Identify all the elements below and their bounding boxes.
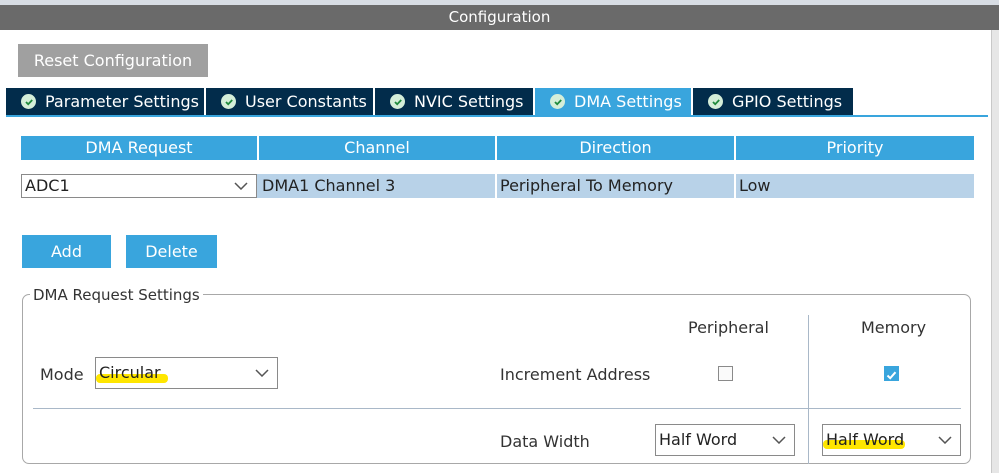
tab-label: DMA Settings [574, 92, 682, 111]
column-divider [808, 315, 809, 464]
channel-cell: DMA1 Channel 3 [259, 174, 497, 198]
window-title-bar: Configuration [0, 0, 999, 30]
group-title: DMA Request Settings [30, 286, 203, 304]
check-circle-icon [390, 94, 405, 109]
tab-label: Parameter Settings [45, 92, 199, 111]
check-circle-icon [221, 94, 236, 109]
direction-cell: Peripheral To Memory [497, 174, 736, 198]
memory-increment-checkbox[interactable] [884, 366, 899, 381]
tab-bar: Parameter Settings User Constants NVIC S… [6, 88, 855, 115]
tab-gpio-settings[interactable]: GPIO Settings [693, 88, 855, 115]
tab-parameter-settings[interactable]: Parameter Settings [6, 88, 206, 115]
chevron-down-icon [255, 369, 269, 377]
dma-table-header: DMA Request Channel Direction Priority [21, 136, 974, 160]
column-header-priority[interactable]: Priority [736, 136, 974, 160]
reset-configuration-button[interactable]: Reset Configuration [18, 44, 208, 77]
increment-address-label: Increment Address [500, 365, 651, 384]
peripheral-increment-checkbox[interactable] [718, 366, 733, 381]
tab-label: GPIO Settings [732, 92, 843, 111]
add-button[interactable]: Add [22, 235, 111, 268]
tab-label: User Constants [245, 92, 367, 111]
tab-nvic-settings[interactable]: NVIC Settings [375, 88, 535, 115]
priority-cell: Low [739, 176, 771, 195]
dma-request-value: ADC1 [25, 176, 70, 195]
settings-divider [33, 408, 961, 409]
check-circle-icon [21, 94, 36, 109]
check-circle-icon [550, 94, 565, 109]
chevron-down-icon [938, 436, 952, 444]
memory-data-width-select[interactable]: Half Word [822, 424, 961, 456]
column-header-dma-request[interactable]: DMA Request [21, 136, 259, 160]
checkmark-icon [886, 371, 897, 380]
chevron-down-icon [772, 436, 786, 444]
memory-column-header: Memory [861, 318, 927, 337]
vertical-scrollbar[interactable] [991, 30, 999, 473]
tab-underline [6, 115, 988, 117]
tab-label: NVIC Settings [414, 92, 524, 111]
check-circle-icon [708, 94, 723, 109]
memory-data-width-value: Half Word [826, 430, 905, 449]
mode-value: Circular [99, 363, 161, 382]
tab-user-constants[interactable]: User Constants [206, 88, 375, 115]
dma-request-select[interactable]: ADC1 [21, 174, 257, 198]
column-header-direction[interactable]: Direction [497, 136, 736, 160]
delete-button[interactable]: Delete [126, 235, 217, 268]
tab-dma-settings[interactable]: DMA Settings [535, 88, 693, 115]
peripheral-data-width-value: Half Word [659, 430, 738, 449]
peripheral-data-width-select[interactable]: Half Word [655, 424, 795, 456]
mode-label: Mode [40, 365, 84, 384]
table-row[interactable]: ADC1 DMA1 Channel 3 Peripheral To Memory… [21, 174, 974, 198]
data-width-label: Data Width [500, 432, 590, 451]
peripheral-column-header: Peripheral [688, 318, 769, 337]
window-title: Configuration [448, 8, 551, 26]
chevron-down-icon [234, 182, 248, 190]
mode-select[interactable]: Circular [95, 357, 278, 389]
column-header-channel[interactable]: Channel [259, 136, 497, 160]
